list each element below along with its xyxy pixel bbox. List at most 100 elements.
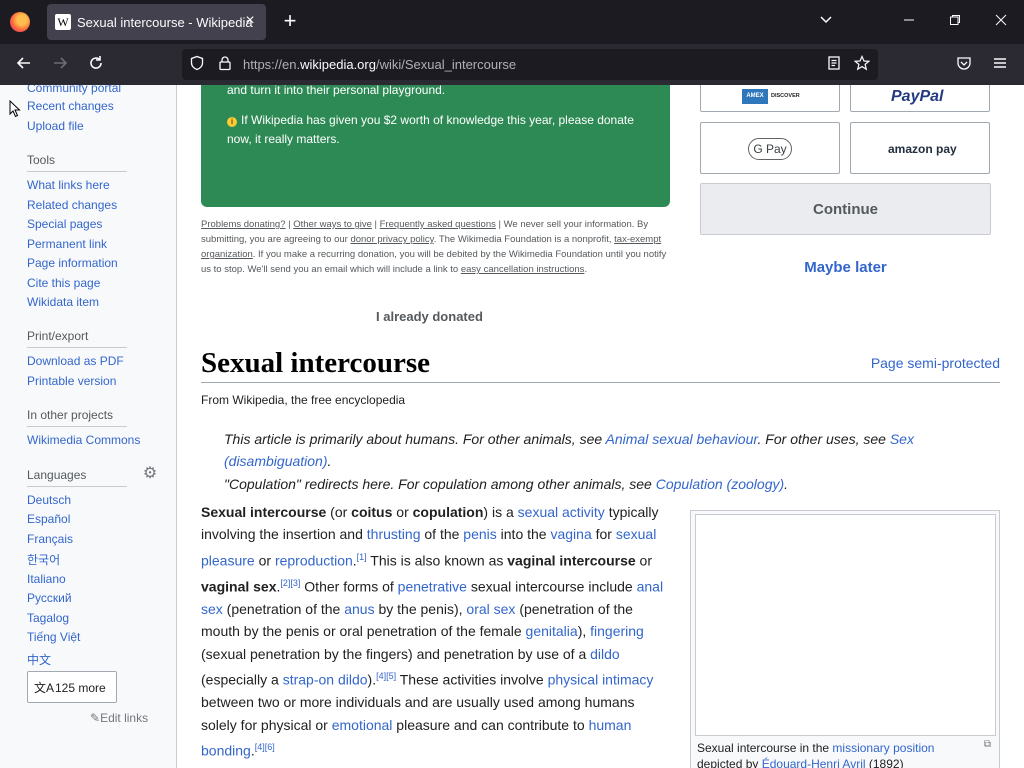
divider (27, 426, 127, 427)
close-tab-icon[interactable]: × (242, 13, 258, 29)
sidebar-item-wikidata-item[interactable]: Wikidata item (27, 295, 99, 309)
back-arrow-icon[interactable] (13, 54, 35, 76)
sidebar-item-download-pdf[interactable]: Download as PDF (27, 354, 124, 368)
mouse-cursor-icon (9, 99, 21, 118)
missionary-position-link[interactable]: missionary position (832, 741, 934, 755)
divider (27, 486, 127, 487)
sidebar-item-lang-russian[interactable]: Русский (27, 591, 72, 605)
minimize-window-icon[interactable] (899, 11, 919, 31)
oral-sex-link[interactable]: oral sex (466, 601, 515, 617)
faq-link[interactable]: Frequently asked questions (380, 219, 496, 230)
sidebar-item-recent-changes[interactable]: Recent changes (27, 99, 114, 113)
sidebar-item-special-pages[interactable]: Special pages (27, 217, 102, 231)
dildo-link[interactable]: dildo (590, 646, 620, 662)
new-tab-icon[interactable]: + (280, 10, 300, 32)
amazon-pay-button[interactable]: amazon pay (850, 122, 990, 174)
sidebar-item-lang-deutsch[interactable]: Deutsch (27, 493, 71, 507)
banner-text-line2: i If Wikipedia has given you $2 worth of … (227, 111, 634, 130)
penetrative-link[interactable]: penetrative (398, 579, 467, 595)
human-bonding-link[interactable]: human bonding (201, 717, 631, 759)
hatnote-1: This article is primarily about humans. … (224, 431, 914, 469)
sidebar-item-printable-version[interactable]: Printable version (27, 374, 116, 388)
gear-icon[interactable]: ⚙ (142, 466, 158, 482)
divider (27, 347, 127, 348)
sidebar-item-upload-file[interactable]: Upload file (27, 119, 84, 133)
more-languages-button[interactable]: 文A 125 more (27, 671, 117, 703)
sexual-activity-link[interactable]: sexual activity (518, 504, 605, 520)
other-projects-heading: In other projects (27, 408, 114, 422)
wikipedia-favicon-icon: W (55, 14, 71, 30)
other-ways-link[interactable]: Other ways to give (293, 219, 372, 230)
sidebar-item-lang-vietnamese[interactable]: Tiếng Việt (27, 630, 80, 644)
reader-view-icon[interactable] (825, 55, 843, 73)
paypal-button[interactable]: PayPal (850, 85, 990, 112)
url-bar[interactable]: https://en.wikipedia.org/wiki/Sexual_int… (182, 49, 878, 80)
physical-intimacy-link[interactable]: physical intimacy (548, 672, 654, 688)
emotional-link[interactable]: emotional (332, 717, 393, 733)
print-export-heading: Print/export (27, 329, 89, 343)
infobox-image[interactable] (695, 514, 996, 736)
anus-link[interactable]: anus (344, 601, 374, 617)
privacy-policy-link[interactable]: donor privacy policy (350, 234, 433, 245)
wikipedia-page: Community portal Recent changes Upload f… (0, 85, 1024, 768)
amex-logo: AMEX (742, 89, 768, 104)
cancellation-link[interactable]: easy cancellation instructions (461, 264, 585, 275)
restore-window-icon[interactable] (945, 11, 965, 31)
sidebar-item-lang-italiano[interactable]: Italiano (27, 572, 66, 586)
forward-arrow-icon[interactable] (49, 54, 71, 76)
semi-protected-link[interactable]: Page semi-protected (871, 355, 1000, 371)
problems-donating-link[interactable]: Problems donating? (201, 219, 286, 230)
sidebar-item-lang-francais[interactable]: Français (27, 532, 73, 546)
sidebar-item-lang-korean[interactable]: 한국어 (27, 551, 60, 568)
genitalia-link[interactable]: genitalia (526, 623, 578, 639)
sidebar-item-lang-chinese[interactable]: 中文 (27, 651, 51, 668)
reproduction-link[interactable]: reproduction (275, 552, 353, 568)
thrusting-link[interactable]: thrusting (367, 526, 421, 542)
google-pay-logo: G Pay (748, 138, 792, 160)
pocket-icon[interactable] (953, 54, 975, 76)
penis-link[interactable]: penis (463, 526, 496, 542)
sidebar-item-wikimedia-commons[interactable]: Wikimedia Commons (27, 433, 140, 447)
copulation-zoology-link[interactable]: Copulation (zoology) (656, 476, 784, 492)
sidebar-item-page-information[interactable]: Page information (27, 256, 118, 270)
sidebar-item-cite-this-page[interactable]: Cite this page (27, 276, 100, 290)
sidebar-item-permanent-link[interactable]: Permanent link (27, 237, 107, 251)
more-languages-label: 125 more (55, 681, 106, 695)
sidebar-item-related-changes[interactable]: Related changes (27, 198, 117, 212)
sidebar-item-what-links-here[interactable]: What links here (27, 178, 110, 192)
browser-tab-bar: W Sexual intercourse - Wikipedia × + (0, 0, 1024, 44)
card-payment-button[interactable]: AMEX DISCOVER (700, 85, 840, 112)
google-pay-button[interactable]: G Pay (700, 122, 840, 174)
languages-heading: Languages (27, 468, 87, 482)
shield-icon[interactable] (188, 55, 206, 73)
fingering-link[interactable]: fingering (590, 623, 644, 639)
infobox-caption: Sexual intercourse in the missionary pos… (697, 740, 997, 768)
sidebar-item-community-portal[interactable]: Community portal (27, 85, 121, 95)
hamburger-menu-icon[interactable] (989, 54, 1011, 76)
list-tabs-chevron-icon[interactable] (816, 11, 836, 31)
reload-icon[interactable] (85, 54, 107, 76)
browser-tab[interactable]: W Sexual intercourse - Wikipedia × (47, 4, 266, 40)
edouard-henri-avril-link[interactable]: Édouard-Henri Avril (762, 757, 866, 768)
lock-icon[interactable] (216, 55, 234, 73)
vagina-link[interactable]: vagina (550, 526, 591, 542)
banner-text-line3: now, it really matters. (227, 132, 340, 146)
edit-links-link[interactable]: ✎Edit links (90, 711, 148, 725)
url-text[interactable]: https://en.wikipedia.org/wiki/Sexual_int… (243, 57, 516, 72)
infobox: Sexual intercourse in the missionary pos… (690, 510, 1000, 768)
animal-sexual-behaviour-link[interactable]: Animal sexual behaviour (606, 431, 758, 447)
sidebar-item-lang-espanol[interactable]: Español (27, 512, 70, 526)
bookmark-star-icon[interactable] (853, 55, 871, 73)
pencil-icon: ✎ (90, 711, 101, 725)
divider (27, 171, 127, 172)
close-window-icon[interactable] (991, 11, 1011, 31)
maybe-later-button[interactable]: Maybe later (700, 259, 991, 276)
sidebar-item-lang-tagalog[interactable]: Tagalog (27, 611, 69, 625)
tagline: From Wikipedia, the free encyclopedia (201, 393, 406, 407)
already-donated-button[interactable]: I already donated (376, 309, 483, 324)
enlarge-icon[interactable]: ⧉ (984, 739, 991, 750)
firefox-logo-icon[interactable] (10, 12, 30, 32)
strap-on-dildo-link[interactable]: strap-on dildo (283, 672, 368, 688)
tools-heading: Tools (27, 153, 56, 167)
continue-button[interactable]: Continue (700, 183, 991, 235)
